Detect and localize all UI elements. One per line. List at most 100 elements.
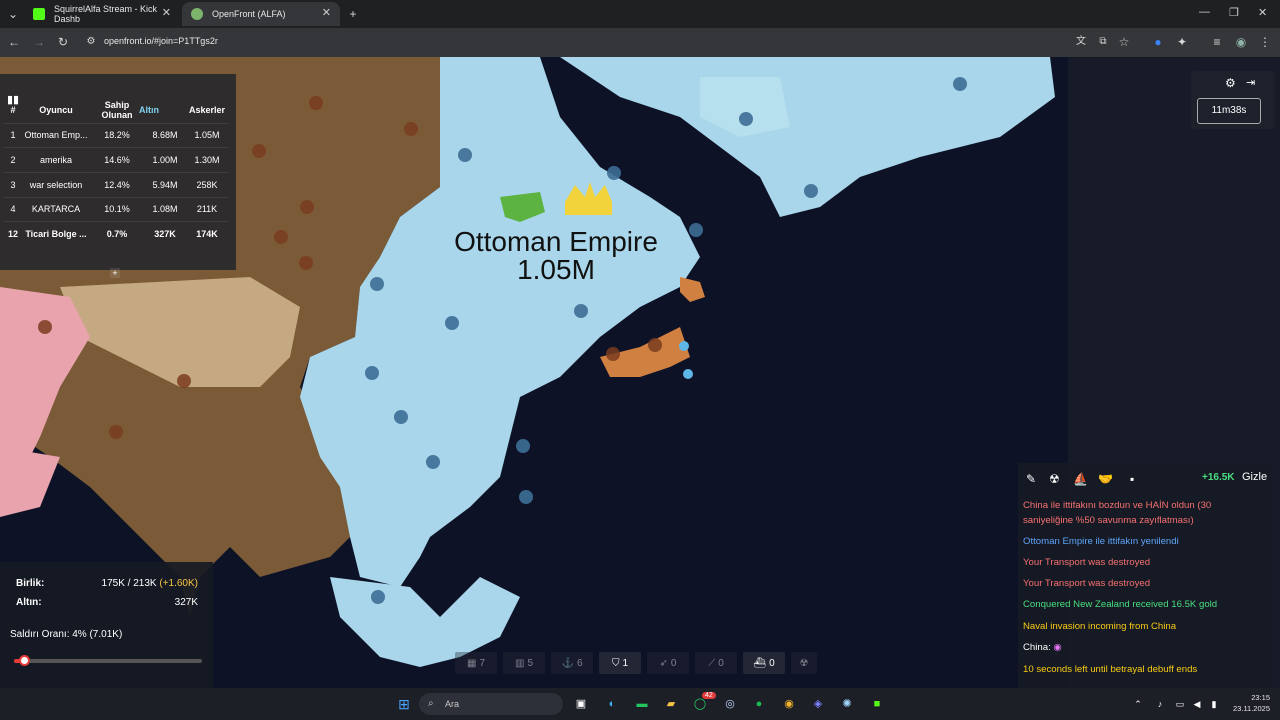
clock-date: 23.11.2025 (1233, 704, 1270, 713)
app-icon[interactable]: ▬ (634, 696, 650, 712)
port-icon: ⚓ (561, 657, 574, 669)
address-bar[interactable]: openfront.io/#join=P1TTgs2r (104, 36, 218, 46)
back-icon[interactable]: ← (7, 35, 21, 49)
media-control-icon[interactable]: ≡ (1210, 35, 1224, 49)
edge-browser-icon[interactable]: ◐ (604, 696, 620, 712)
build-sam-launcher-button[interactable]: ⟋ 0 (695, 652, 737, 674)
leaderboard-row-self[interactable]: 12 Ticari Bolge ... 0.7% 327K 174K (3, 221, 229, 247)
tab-openfront[interactable]: OpenFront (ALFA) ✕ (182, 2, 340, 26)
volume-icon[interactable]: ◀ (1189, 696, 1205, 712)
owned-cell: 14.6% (89, 147, 145, 173)
tab-kick-dashboard[interactable]: SquirrelAlfa Stream - Kick Dashb ✕ (24, 2, 180, 26)
game-viewport[interactable]: Ottoman Empire 1.05M ▮▮ # Oyuncu Sahip O… (0, 57, 1280, 688)
leaderboard-row[interactable]: 2 amerika 14.6% 1.00M 1.30M (3, 147, 229, 173)
profile-avatar-icon[interactable]: ◉ (1234, 35, 1248, 49)
leaderboard-bar-chart-icon[interactable]: ▮▮ (7, 93, 19, 106)
forward-icon[interactable]: → (32, 35, 46, 49)
build-city-button[interactable]: ▦ 7 (455, 652, 497, 674)
build-missile-silo-button[interactable]: ➶ 0 (647, 652, 689, 674)
units-gain: (+1.60K) (159, 578, 198, 589)
player-name-cell: Ticari Bolge ... (23, 221, 89, 247)
gold-value: 327K (174, 597, 198, 608)
menu-kebab-icon[interactable]: ⋮ (1258, 35, 1272, 49)
alliance-handshake-icon[interactable]: 🤝 (1098, 472, 1113, 486)
gold-cell: 1.08M (145, 196, 185, 222)
build-factory-button[interactable]: ▥ 5 (503, 652, 545, 674)
chrome-icon[interactable]: ◉ (781, 696, 797, 712)
attack-sword-icon[interactable]: ✎ (1026, 472, 1036, 486)
owned-cell: 18.2% (89, 122, 145, 148)
leaderboard-row[interactable]: 4 KARTARCA 10.1% 1.08M 211K (3, 196, 229, 222)
chat-icon[interactable]: ▪ (1130, 472, 1134, 486)
search-icon: ⌕ (428, 698, 434, 709)
attack-ratio-handle[interactable] (18, 655, 30, 666)
col-owned[interactable]: Sahip Olunan (89, 97, 145, 123)
translate-icon[interactable]: 文 (1074, 35, 1088, 49)
system-clock[interactable]: 23:15 23.11.2025 (1226, 692, 1270, 714)
tab-search-icon[interactable]: ⌄ (6, 7, 20, 21)
browser-toolbar: ← → ↻ ⚙ openfront.io/#join=P1TTgs2r 文 ⧉ … (0, 28, 1280, 57)
nuke-filter-icon[interactable]: ☢ (1049, 472, 1060, 486)
build-port-button[interactable]: ⚓ 6 (551, 652, 593, 674)
restore-icon[interactable]: ❐ (1229, 6, 1239, 19)
build-warship-button[interactable]: ⛴ 0 (743, 652, 785, 674)
leaderboard-row[interactable]: 1 Ottoman Emp... 18.2% 8.68M 1.05M (3, 122, 229, 148)
leaderboard-row[interactable]: 3 war selection 12.4% 5.94M 258K (3, 171, 229, 198)
factory-count: 5 (527, 657, 533, 669)
port-count: 6 (576, 657, 583, 669)
sam-launcher-icon: ⟋ (708, 657, 716, 669)
build-bar: ▦ 7 ▥ 5 ⚓ 6 ⛉ 1 ➶ 0 ⟋ 0 ⛴ 0 ☢ (455, 652, 825, 674)
discord-icon[interactable]: ◈ (810, 696, 826, 712)
app-settings-icon[interactable]: ✺ (839, 696, 855, 712)
windows-start-icon[interactable]: ⊞ (396, 696, 412, 712)
event-message: China ile ittifakını bozdun ve HAİN oldu… (1023, 500, 1212, 526)
extensions-puzzle-icon[interactable]: ✦ (1175, 35, 1189, 49)
exit-icon[interactable]: ⇥ (1246, 76, 1255, 89)
network-icon[interactable]: ▭ (1172, 696, 1188, 712)
owned-cell: 10.1% (89, 196, 145, 222)
timer-panel: ⚙ ⇥ 11m38s (1191, 71, 1275, 129)
settings-gear-icon[interactable]: ⚙ (1225, 76, 1236, 90)
close-tab-icon[interactable]: ✕ (162, 6, 171, 19)
leaderboard-expand-button[interactable]: + (110, 268, 120, 278)
tray-chevron-icon[interactable]: ⌃ (1130, 696, 1146, 712)
site-info-icon[interactable]: ⚙ (84, 35, 98, 49)
task-view-icon[interactable]: ▣ (573, 696, 589, 712)
event-message: 10 seconds left until betrayal debuff en… (1023, 664, 1198, 675)
reload-icon[interactable]: ↻ (56, 35, 70, 49)
bookmark-star-icon[interactable]: ☆ (1117, 35, 1131, 49)
plus-icon[interactable]: + (346, 7, 360, 21)
rank-cell: 4 (3, 196, 23, 222)
microphone-icon[interactable]: ♪ (1152, 696, 1168, 712)
extension-icon[interactable]: ● (1151, 35, 1165, 49)
col-gold[interactable]: Altın (139, 97, 185, 123)
units-value: 175K / 213K (101, 578, 157, 589)
file-explorer-icon[interactable]: ▰ (663, 696, 679, 712)
city-icon: ▦ (466, 657, 477, 669)
windows-taskbar: ⊞ ⌕ Ara ▣ ◐ ▬ ▰ ◯ 42 ◎ ● ◉ ◈ ✺ ■ ⌃ ♪ ▭ ◀… (0, 688, 1280, 720)
hide-events-button[interactable]: Gizle (1242, 471, 1267, 483)
col-player[interactable]: Oyuncu (23, 97, 89, 123)
chat-sender: China: (1023, 642, 1051, 653)
browser-tab-bar: ⌄ SquirrelAlfa Stream - Kick Dashb ✕ Ope… (0, 0, 1280, 28)
close-window-icon[interactable]: ✕ (1258, 6, 1267, 19)
spotify-icon[interactable]: ● (751, 696, 767, 712)
battery-icon[interactable]: ▮ (1206, 696, 1222, 712)
taskbar-search[interactable]: ⌕ Ara (419, 693, 563, 715)
factory-icon: ▥ (514, 657, 525, 669)
kick-app-icon[interactable]: ■ (869, 696, 885, 712)
col-troops[interactable]: Askerler (185, 97, 229, 123)
missile-silo-icon: ➶ (659, 657, 668, 669)
search-placeholder: Ara (445, 699, 460, 709)
close-tab-icon[interactable]: ✕ (322, 6, 331, 19)
build-nuke-button[interactable]: ☢ (791, 652, 817, 674)
install-app-icon[interactable]: ⧉ (1096, 35, 1110, 49)
steam-icon[interactable]: ◎ (722, 696, 738, 712)
build-defense-post-button[interactable]: ⛉ 1 (599, 652, 641, 674)
warship-count: 0 (769, 657, 775, 669)
event-message: Naval invasion incoming from China (1023, 621, 1177, 632)
attack-ratio-slider[interactable] (14, 655, 202, 666)
trade-filter-icon[interactable]: ⛵ (1073, 472, 1088, 486)
minimize-icon[interactable]: — (1199, 6, 1210, 18)
player-stats-panel: Birlik: 175K / 213K (+1.60K) Altın: 327K… (0, 562, 213, 688)
